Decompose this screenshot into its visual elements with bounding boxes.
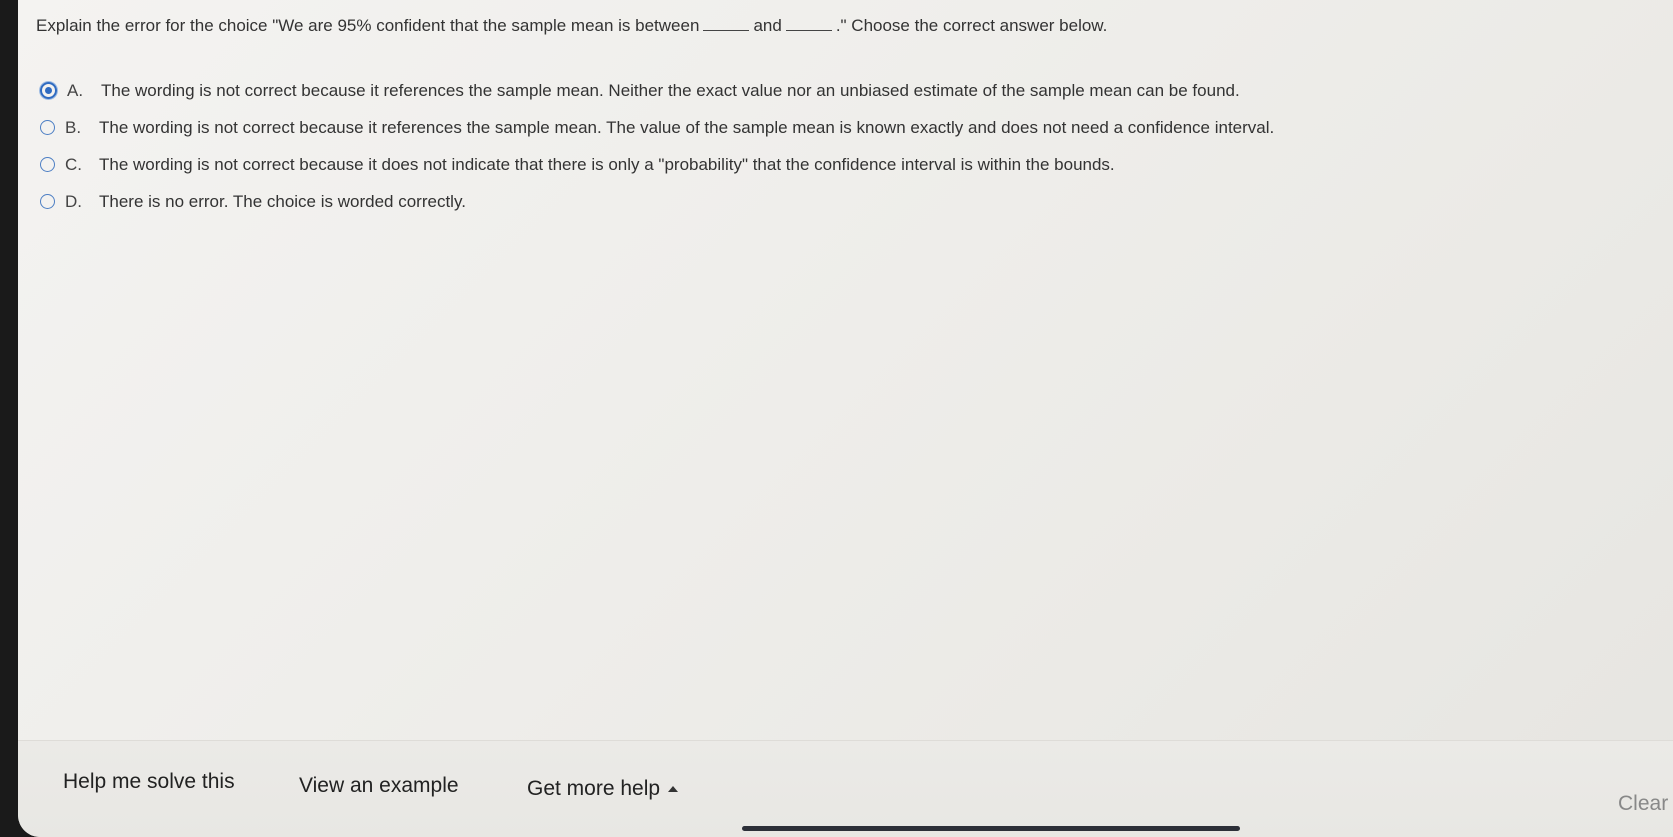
choice-letter: B. [65,117,82,137]
choice-c[interactable]: C. The wording is not correct because it… [40,146,1274,183]
choice-a[interactable]: A. The wording is not correct because it… [40,72,1274,109]
choice-d[interactable]: D. There is no error. The choice is word… [40,183,1274,220]
screen: Explain the error for the choice "We are… [18,0,1673,837]
choice-letter: D. [65,191,82,211]
choice-text: The wording is not correct because it do… [99,154,1115,174]
radio-icon[interactable] [40,120,55,135]
scrollbar[interactable] [742,826,1240,831]
footer-toolbar [18,740,1673,837]
radio-selected-icon[interactable] [40,82,57,99]
choice-b[interactable]: B. The wording is not correct because it… [40,109,1274,146]
blank-2 [785,16,832,31]
get-more-help-button[interactable]: Get more help [527,777,679,801]
choice-text: There is no error. The choice is worded … [99,191,466,211]
question-part-3: ." Choose the correct answer below. [835,16,1108,35]
help-me-solve-button[interactable]: Help me solve this [63,770,235,794]
answer-choices: A. The wording is not correct because it… [40,72,1274,220]
choice-letter: A. [67,80,84,100]
clear-button[interactable]: Clear [1618,792,1668,816]
question-part-2: and [753,16,782,35]
choice-letter: C. [65,154,82,174]
blank-1 [703,16,750,31]
get-more-help-label: Get more help [527,777,661,800]
question-part-1: Explain the error for the choice "We are… [36,16,700,35]
question-text: Explain the error for the choice "We are… [36,16,1107,36]
radio-dot-icon [45,87,52,94]
caret-up-icon [668,786,679,793]
radio-icon[interactable] [40,194,55,209]
choice-text: The wording is not correct because it re… [99,117,1275,137]
radio-icon[interactable] [40,157,55,172]
view-example-button[interactable]: View an example [299,774,459,798]
choice-text: The wording is not correct because it re… [101,80,1240,100]
